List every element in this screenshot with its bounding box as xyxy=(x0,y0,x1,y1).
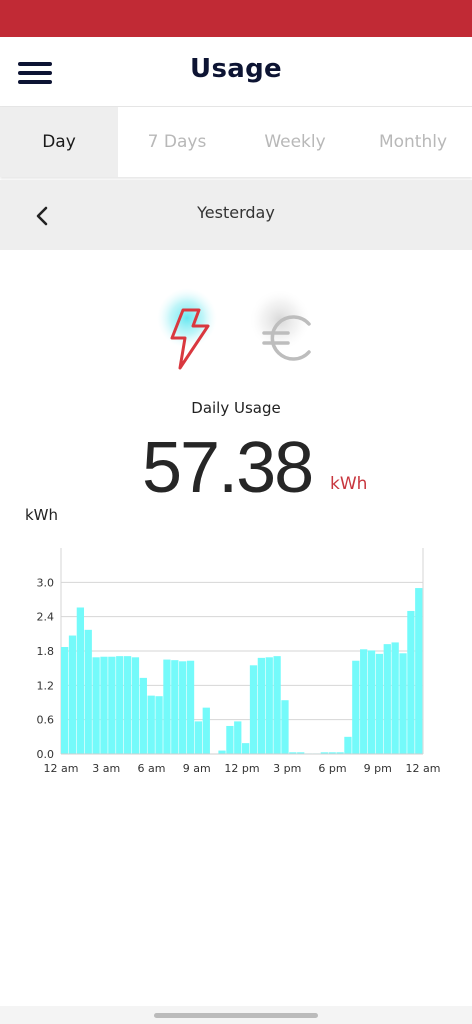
x-tick-label: 6 pm xyxy=(318,762,346,775)
usage-bar[interactable] xyxy=(147,695,155,754)
tab-monthly[interactable]: Monthly xyxy=(354,107,472,177)
period-tabs: Day 7 Days Weekly Monthly xyxy=(0,107,472,177)
y-tick-label: 2.4 xyxy=(37,611,55,624)
usage-bar[interactable] xyxy=(218,750,226,754)
x-tick-label: 12 am xyxy=(44,762,79,775)
euro-icon[interactable] xyxy=(242,288,326,372)
usage-bar[interactable] xyxy=(186,660,195,754)
usage-bar[interactable] xyxy=(61,646,69,754)
usage-bar[interactable] xyxy=(375,653,384,754)
usage-bar[interactable] xyxy=(68,635,77,754)
x-tick-label: 3 am xyxy=(92,762,120,775)
date-label: Yesterday xyxy=(197,203,275,222)
mode-switcher xyxy=(0,288,472,372)
x-tick-label: 12 am xyxy=(406,762,441,775)
x-tick-label: 12 pm xyxy=(224,762,259,775)
usage-bar[interactable] xyxy=(383,644,391,754)
y-axis-unit-label: kWh xyxy=(25,506,59,524)
usage-bar[interactable] xyxy=(202,707,210,754)
x-tick-label: 9 am xyxy=(183,762,211,775)
usage-bar[interactable] xyxy=(139,677,147,754)
hourly-usage-chart: 0.0 0.6 1.2 1.8 2.4 3.0 12 am 3 am 6 am 9 am 12 pm… xyxy=(0,540,472,780)
usage-bar[interactable] xyxy=(234,721,242,754)
usage-bar[interactable] xyxy=(100,656,108,754)
daily-total: 57.38 kWh xyxy=(0,428,472,508)
daily-usage-value: 57.38 xyxy=(142,428,314,508)
date-navigator: Yesterday xyxy=(0,180,472,250)
usage-bar[interactable] xyxy=(92,657,100,754)
usage-bar[interactable] xyxy=(163,659,171,754)
tab-day[interactable]: Day xyxy=(0,107,118,177)
usage-bar[interactable] xyxy=(360,649,368,754)
x-tick-label: 3 pm xyxy=(273,762,301,775)
home-indicator[interactable] xyxy=(154,1013,318,1018)
lightning-bolt-icon[interactable] xyxy=(146,288,230,372)
usage-bar[interactable] xyxy=(273,656,281,754)
usage-bar[interactable] xyxy=(399,653,407,754)
y-tick-label: 0.0 xyxy=(37,748,55,761)
usage-bar[interactable] xyxy=(194,721,203,754)
usage-bar[interactable] xyxy=(116,656,124,754)
page-title: Usage xyxy=(190,54,282,84)
usage-bar[interactable] xyxy=(265,657,273,754)
x-tick-label: 9 pm xyxy=(364,762,392,775)
usage-bar-chart: 0.0 0.6 1.2 1.8 2.4 3.0 12 am 3 am 6 am 9 am 12 pm… xyxy=(37,548,441,775)
usage-bar[interactable] xyxy=(179,661,187,754)
usage-bar[interactable] xyxy=(391,642,399,754)
tab-7-days[interactable]: 7 Days xyxy=(118,107,236,177)
usage-bar[interactable] xyxy=(257,657,266,754)
usage-bar[interactable] xyxy=(242,743,250,754)
app-header: Usage xyxy=(0,37,472,107)
y-tick-label: 3.0 xyxy=(37,576,55,589)
usage-bar[interactable] xyxy=(249,665,258,754)
status-bar xyxy=(0,0,472,37)
y-tick-label: 1.8 xyxy=(37,645,55,658)
usage-bar[interactable] xyxy=(84,629,92,754)
usage-bar[interactable] xyxy=(155,696,163,754)
x-tick-label: 6 am xyxy=(138,762,166,775)
usage-bar[interactable] xyxy=(352,660,360,754)
usage-bar[interactable] xyxy=(226,725,234,754)
y-tick-label: 0.6 xyxy=(37,714,55,727)
usage-bar[interactable] xyxy=(123,656,132,754)
y-tick-label: 1.2 xyxy=(37,679,55,692)
daily-usage-label: Daily Usage xyxy=(191,399,281,417)
usage-bar[interactable] xyxy=(131,657,140,754)
daily-usage-unit: kWh xyxy=(330,474,368,494)
usage-bar[interactable] xyxy=(344,736,352,754)
usage-bar[interactable] xyxy=(281,700,289,754)
usage-bar[interactable] xyxy=(108,656,116,754)
usage-bar[interactable] xyxy=(415,588,423,754)
usage-bar[interactable] xyxy=(367,650,376,754)
tab-weekly[interactable]: Weekly xyxy=(236,107,354,177)
usage-bar[interactable] xyxy=(407,610,415,754)
usage-bar[interactable] xyxy=(171,660,179,754)
usage-bar[interactable] xyxy=(76,607,85,754)
